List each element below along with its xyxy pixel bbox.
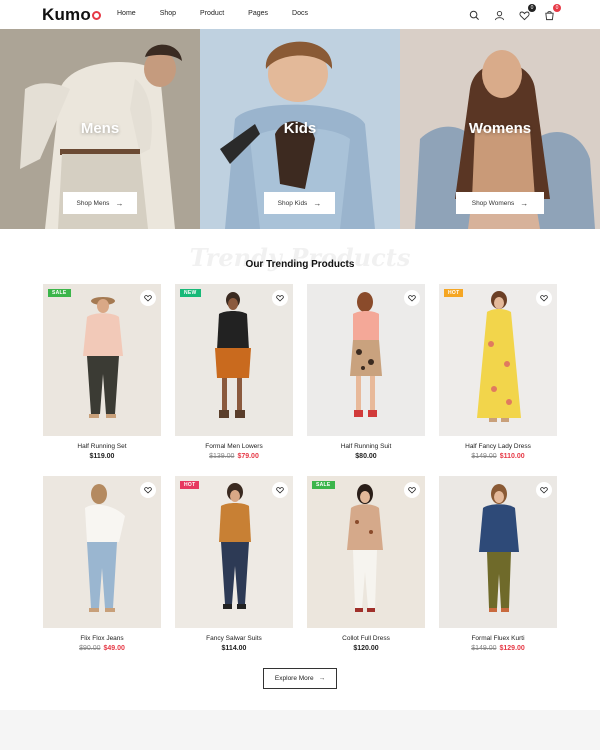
sale-badge: SALE	[48, 289, 71, 297]
product-price: $139.00 $79.00	[209, 453, 259, 460]
heart-icon	[540, 487, 548, 494]
category-banners: Mens Shop Mens → Kids Shop Kids → Womens…	[0, 29, 600, 229]
banner-title: Kids	[283, 120, 317, 137]
site-header: Kumo Home Shop Product Pages Docs 0 0	[0, 0, 600, 29]
arrow-right-icon: →	[318, 675, 326, 682]
new-badge: NEW	[180, 289, 201, 297]
product-name[interactable]: Half Running Suit	[307, 443, 425, 450]
nav-pages[interactable]: Pages	[248, 10, 268, 17]
product-card[interactable]: Flix Flox Jeans $90.00 $49.00	[43, 476, 161, 652]
cart-icon[interactable]: 0	[544, 4, 561, 21]
heart-icon	[144, 487, 152, 494]
banner-mens[interactable]: Mens Shop Mens →	[0, 29, 200, 229]
cart-count-badge: 0	[553, 4, 561, 12]
heart-icon	[540, 295, 548, 302]
arrow-right-icon: →	[313, 198, 322, 208]
heart-icon	[276, 295, 284, 302]
product-name[interactable]: Collot Full Dress	[307, 635, 425, 642]
section-title: Our Trending Products	[245, 259, 355, 270]
product-price: $90.00 $49.00	[79, 645, 125, 652]
banner-kids[interactable]: Kids Shop Kids →	[200, 29, 400, 229]
main-nav: Home Shop Product Pages Docs	[117, 10, 332, 17]
product-price: $120.00	[353, 645, 379, 652]
product-name[interactable]: Formal Men Lowers	[175, 443, 293, 450]
shop-womens-button[interactable]: Shop Womens →	[456, 192, 544, 214]
product-card[interactable]: HOT Fancy Salwar Suits $114.00	[175, 476, 293, 652]
arrow-right-icon: →	[520, 198, 529, 208]
product-name[interactable]: Flix Flox Jeans	[43, 635, 161, 642]
shop-mens-button[interactable]: Shop Mens →	[63, 192, 137, 214]
arrow-right-icon: →	[115, 198, 124, 208]
product-card[interactable]: Formal Fluex Kurti $149.00 $129.00	[439, 476, 557, 652]
heart-icon	[408, 487, 416, 494]
product-image[interactable]: HOT	[175, 476, 293, 628]
add-to-wishlist-button[interactable]	[536, 290, 552, 306]
next-section	[0, 710, 600, 750]
product-image[interactable]: NEW	[175, 284, 293, 436]
logo[interactable]: Kumo	[42, 5, 101, 25]
product-name[interactable]: Fancy Salwar Suits	[175, 635, 293, 642]
product-card[interactable]: Half Running Suit $80.00	[307, 284, 425, 460]
product-image[interactable]: SALE	[43, 284, 161, 436]
nav-docs[interactable]: Docs	[292, 10, 308, 17]
add-to-wishlist-button[interactable]	[140, 290, 156, 306]
product-card[interactable]: SALE Half Running Set $119.00	[43, 284, 161, 460]
add-to-wishlist-button[interactable]	[140, 482, 156, 498]
wishlist-icon[interactable]: 0	[519, 4, 536, 21]
banner-title: Womens	[468, 120, 532, 137]
search-icon[interactable]	[469, 8, 480, 20]
product-price: $114.00	[221, 645, 247, 652]
product-price: $149.00 $129.00	[471, 645, 525, 652]
add-to-wishlist-button[interactable]	[272, 482, 288, 498]
nav-home[interactable]: Home	[117, 10, 136, 17]
heart-icon	[276, 487, 284, 494]
product-price: $119.00	[89, 453, 115, 460]
product-price: $149.00 $110.00	[471, 453, 525, 460]
nav-product[interactable]: Product	[200, 10, 224, 17]
hot-badge: HOT	[444, 289, 464, 297]
heart-icon	[144, 295, 152, 302]
product-image[interactable]: SALE	[307, 476, 425, 628]
wishlist-count-badge: 0	[528, 4, 536, 12]
hot-badge: HOT	[180, 481, 200, 489]
user-icon[interactable]	[494, 8, 505, 21]
add-to-wishlist-button[interactable]	[536, 482, 552, 498]
explore-more-button[interactable]: Explore More →	[263, 668, 337, 689]
header-icons: 0 0	[469, 4, 561, 21]
product-image[interactable]: HOT	[439, 284, 557, 436]
shop-kids-button[interactable]: Shop Kids →	[264, 192, 335, 214]
banner-title: Mens	[80, 120, 120, 137]
add-to-wishlist-button[interactable]	[404, 482, 420, 498]
product-image[interactable]	[43, 476, 161, 628]
product-price: $80.00	[355, 453, 377, 460]
nav-shop[interactable]: Shop	[160, 10, 176, 17]
product-card[interactable]: SALE Collot Full Dress $120.00	[307, 476, 425, 652]
add-to-wishlist-button[interactable]	[272, 290, 288, 306]
product-card[interactable]: NEW Formal Men Lowers $139.00 $79.00	[175, 284, 293, 460]
product-card[interactable]: HOT Half Fancy Lady Dress $149.00 $110.00	[439, 284, 557, 460]
add-to-wishlist-button[interactable]	[404, 290, 420, 306]
product-name[interactable]: Formal Fluex Kurti	[439, 635, 557, 642]
product-image[interactable]	[307, 284, 425, 436]
banner-womens[interactable]: Womens Shop Womens →	[400, 29, 600, 229]
heart-icon	[408, 295, 416, 302]
sale-badge: SALE	[312, 481, 335, 489]
logo-dot-icon	[91, 11, 101, 20]
product-name[interactable]: Half Fancy Lady Dress	[439, 443, 557, 450]
product-name[interactable]: Half Running Set	[43, 443, 161, 450]
product-image[interactable]	[439, 476, 557, 628]
